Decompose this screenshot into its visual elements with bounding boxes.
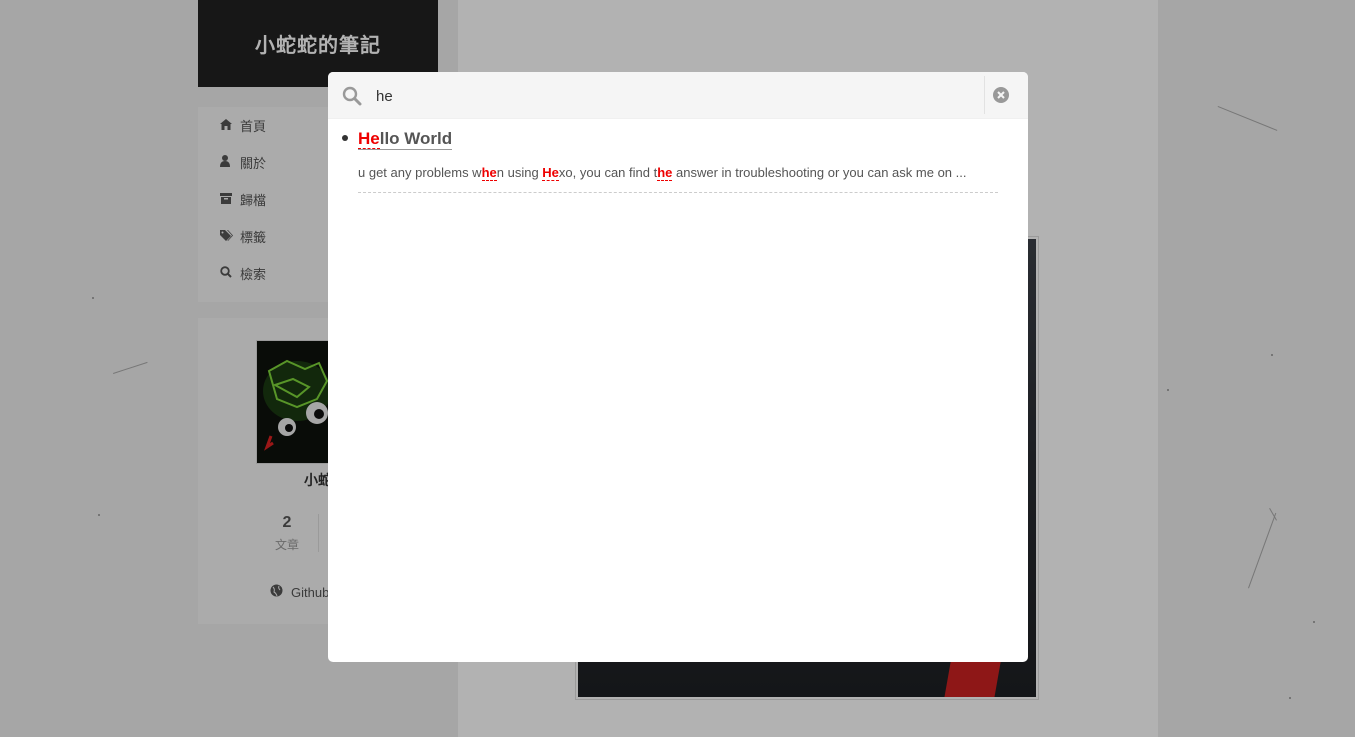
search-popup: Hello World u get any problems when usin… [328, 72, 1028, 662]
close-icon[interactable] [992, 86, 1010, 104]
excerpt-text: n using [496, 165, 543, 180]
excerpt-text: u get any problems w [358, 165, 482, 180]
list-item: Hello World u get any problems when usin… [342, 129, 998, 193]
header-divider [984, 76, 985, 114]
result-title-link[interactable]: Hello World [358, 129, 453, 150]
excerpt-text: xo, you can find t [558, 165, 658, 180]
search-results: Hello World u get any problems when usin… [328, 119, 1028, 193]
search-header [328, 72, 1028, 119]
decorative-dot [1271, 354, 1273, 356]
decorative-dot [1313, 621, 1315, 623]
result-excerpt: u get any problems when using Hexo, you … [358, 164, 998, 182]
search-input[interactable] [374, 82, 978, 110]
highlight-keyword: he [657, 165, 673, 181]
decorative-line [113, 361, 148, 374]
highlight-keyword: He [358, 129, 380, 149]
decorative-line [1217, 106, 1278, 131]
highlight-keyword: He [542, 165, 559, 181]
search-icon [342, 86, 362, 106]
highlight-keyword: he [481, 165, 497, 181]
result-list: Hello World u get any problems when usin… [342, 129, 998, 193]
excerpt-text: answer in troubleshooting or you can ask… [672, 165, 967, 180]
decorative-dot [98, 514, 100, 516]
list-bullet [342, 135, 348, 141]
decorative-dot [1167, 389, 1169, 391]
decorative-dot [92, 297, 94, 299]
decorative-dot [1289, 697, 1291, 699]
result-title-text: llo World [379, 129, 453, 148]
decorative-line [1248, 512, 1277, 589]
